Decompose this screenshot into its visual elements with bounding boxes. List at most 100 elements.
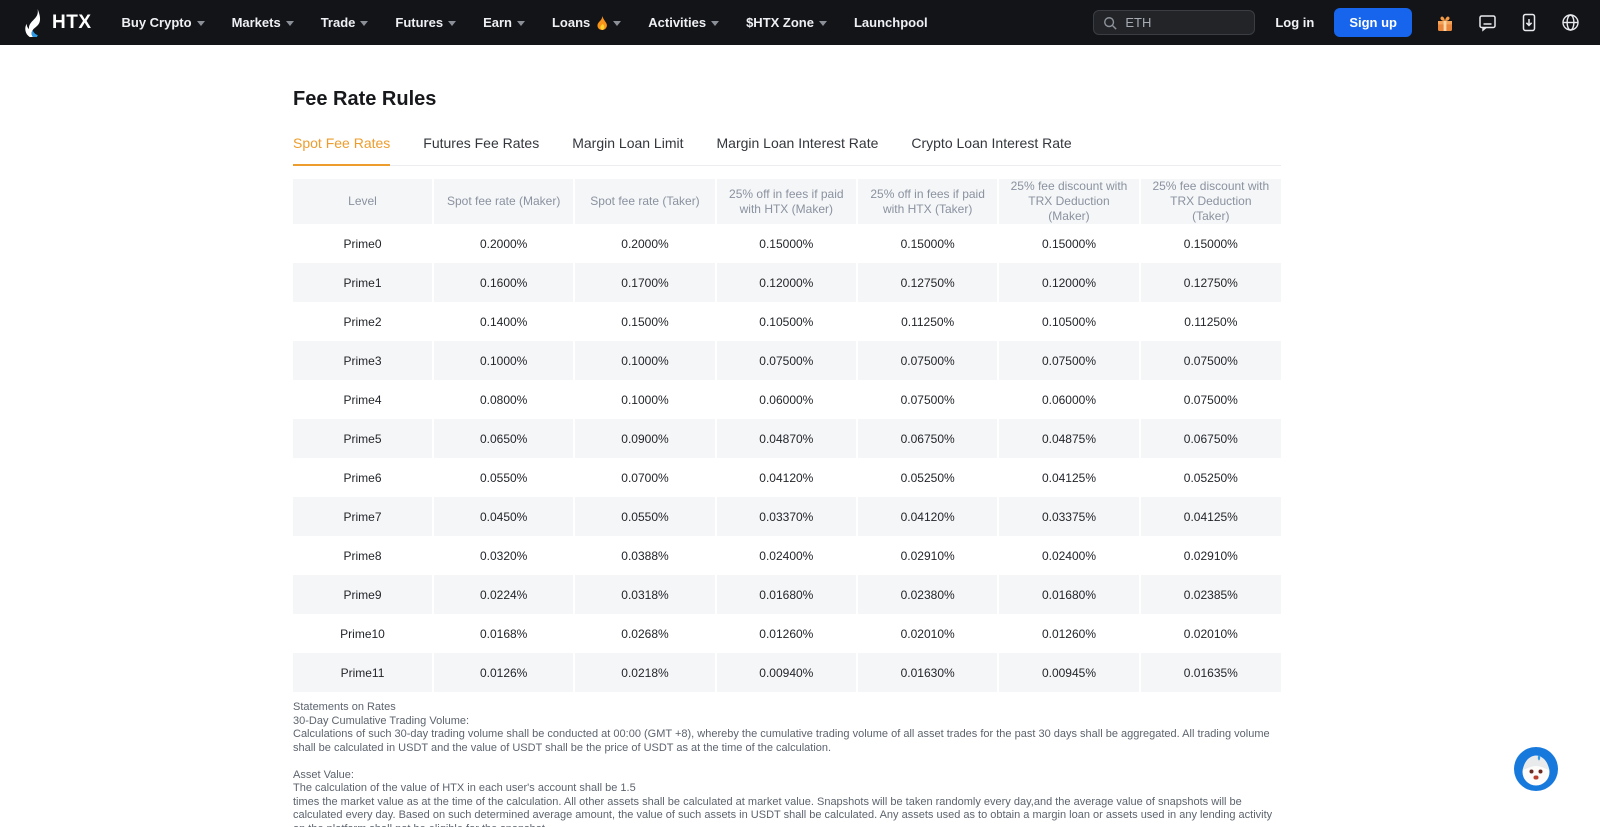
fee-value-cell: 0.12750% <box>1138 263 1281 302</box>
column-header-25-fee-discount-with-trx-deduction-maker: 25% fee discount with TRX Deduction (Mak… <box>997 179 1140 224</box>
htx-logo[interactable]: HTX <box>24 8 92 37</box>
table-row-prime4: Prime4 0.0800% 0.1000% 0.06000% 0.07500% 0.06… <box>293 380 1281 419</box>
fee-value-cell: 0.04875% <box>997 419 1140 458</box>
fee-value-cell: 0.00945% <box>997 653 1140 692</box>
fee-value-cell: 0.01630% <box>855 653 999 692</box>
fee-value-cell: 0.0318% <box>573 575 716 614</box>
fee-value-cell: 0.10500% <box>997 302 1140 341</box>
chevron-down-icon <box>516 21 525 26</box>
level-cell: Prime5 <box>293 419 433 458</box>
fee-value-cell: 0.01635% <box>1138 653 1281 692</box>
nav-item-label: $HTX Zone <box>746 15 814 30</box>
nav-item-activities[interactable]: Activities <box>648 15 720 30</box>
fee-value-cell: 0.04120% <box>855 497 999 536</box>
table-row-prime8: Prime8 0.0320% 0.0388% 0.02400% 0.02910% 0.02… <box>293 536 1281 575</box>
nav-item-loans[interactable]: Loans <box>552 15 622 30</box>
nav-item-markets[interactable]: Markets <box>232 15 294 30</box>
search-box[interactable] <box>1093 10 1256 35</box>
table-row-prime7: Prime7 0.0450% 0.0550% 0.03370% 0.04120% 0.03… <box>293 497 1281 536</box>
fee-value-cell: 0.02910% <box>855 536 999 575</box>
level-cell: Prime4 <box>343 392 382 407</box>
fee-tabs: Spot Fee Rates Futures Fee Rates Margin Lo… <box>293 135 1281 166</box>
fee-value-cell: 0.07500% <box>997 341 1140 380</box>
chevron-down-icon <box>360 21 369 26</box>
page-title: Fee Rate Rules <box>293 88 437 110</box>
search-input[interactable] <box>1125 15 1246 30</box>
table-row-prime1: Prime1 0.1600% 0.1700% 0.12000% 0.12750% 0.12… <box>293 263 1281 302</box>
fee-value-cell: 0.1500% <box>573 302 716 341</box>
statement-line: Statements on Rates <box>293 701 396 713</box>
signup-button[interactable]: Sign up <box>1334 8 1412 37</box>
main-content: Fee Rate Rules Spot Fee Rates Futures Fee… <box>293 45 1281 827</box>
fee-value-cell: 0.0388% <box>573 536 716 575</box>
nav-item-label: Trade <box>320 15 356 30</box>
level-cell: Prime7 <box>293 497 433 536</box>
fee-value-cell: 0.06000% <box>714 380 857 419</box>
statement-line: Calculations of such 30-day trading volu… <box>293 728 1270 754</box>
nav-item-trade[interactable]: Trade <box>321 15 369 30</box>
fee-value-cell: 0.0126% <box>431 653 575 692</box>
fee-value-cell: 0.0320% <box>431 536 575 575</box>
fee-value-cell: 0.07500% <box>1138 380 1281 419</box>
fee-value-cell: 0.06750% <box>855 419 999 458</box>
fee-value-cell: 0.0218% <box>573 653 716 692</box>
fee-value-cell: 0.15000% <box>714 224 857 263</box>
login-link[interactable]: Log in <box>1275 15 1314 30</box>
fee-value-cell: 0.10500% <box>714 302 857 341</box>
support-chat-mascot[interactable] <box>1513 746 1559 792</box>
fee-value-cell: 0.1400% <box>431 302 575 341</box>
fee-value-cell: 0.05250% <box>855 458 999 497</box>
fee-value-cell: 0.11250% <box>1138 302 1281 341</box>
tab-margin-loan-interest-rate[interactable]: Margin Loan Interest Rate <box>717 135 879 165</box>
app-download-icon[interactable] <box>1520 13 1538 32</box>
level-cell: Prime0 <box>343 236 382 251</box>
rewards-gift-icon[interactable] <box>1435 13 1455 33</box>
fee-value-cell: 0.12000% <box>714 263 857 302</box>
fee-value-cell: 0.1000% <box>573 341 716 380</box>
chevron-down-icon <box>448 21 457 26</box>
column-header-25-fee-discount-with-trx-deduction-taker: 25% fee discount with TRX Deduction (Tak… <box>1138 179 1281 224</box>
level-cell: Prime8 <box>343 548 382 563</box>
tab-margin-loan-limit[interactable]: Margin Loan Limit <box>572 135 683 165</box>
nav-item-buy-crypto[interactable]: Buy Crypto <box>122 15 205 30</box>
column-header-25-off-in-fees-if-paid-with-htx-maker: 25% off in fees if paid with HTX (Maker) <box>714 179 857 224</box>
nav-item-futures[interactable]: Futures <box>395 15 457 30</box>
level-cell: Prime9 <box>293 575 433 614</box>
fee-value-cell: 0.04125% <box>1138 497 1281 536</box>
column-header-spot-fee-rate-taker: Spot fee rate (Taker) <box>573 179 716 224</box>
fee-rate-table: Level Spot fee rate (Maker) Spot fee rate … <box>293 179 1281 692</box>
fee-value-cell: 0.02010% <box>1138 614 1281 653</box>
fee-value-cell: 0.02400% <box>714 536 857 575</box>
nav-icon-group <box>1435 13 1580 33</box>
fee-value-cell: 0.07500% <box>1138 341 1281 380</box>
language-globe-icon[interactable] <box>1561 13 1580 32</box>
column-header-level: Level <box>293 179 433 224</box>
top-navigation-bar: HTX Buy Crypto Markets Trade Futures Earn Loa… <box>0 0 1600 45</box>
column-header-spot-fee-rate-maker: Spot fee rate (Maker) <box>431 179 575 224</box>
fee-value-cell: 0.04125% <box>997 458 1140 497</box>
chevron-down-icon <box>613 21 622 26</box>
level-cell: Prime1 <box>293 263 433 302</box>
level-cell: Prime11 <box>293 653 433 692</box>
tab-crypto-loan-interest-rate[interactable]: Crypto Loan Interest Rate <box>911 135 1071 165</box>
chevron-down-icon <box>818 21 827 26</box>
fee-value-cell: 0.0550% <box>573 497 716 536</box>
fee-value-cell: 0.15000% <box>997 224 1140 263</box>
fee-value-cell: 0.02400% <box>997 536 1140 575</box>
fee-value-cell: 0.1000% <box>573 380 716 419</box>
fee-value-cell: 0.01260% <box>997 614 1140 653</box>
fee-value-cell: 0.02910% <box>1138 536 1281 575</box>
fee-value-cell: 0.07500% <box>714 341 857 380</box>
tab-futures-fee-rates[interactable]: Futures Fee Rates <box>423 135 539 165</box>
nav-item-launchpool[interactable]: Launchpool <box>854 15 928 30</box>
support-chat-icon[interactable] <box>1478 13 1497 32</box>
nav-item-earn[interactable]: Earn <box>483 15 525 30</box>
fee-value-cell: 0.0224% <box>431 575 575 614</box>
statement-line: 30-Day Cumulative Trading Volume: <box>293 714 470 727</box>
level-cell: Prime2 <box>343 314 382 329</box>
fire-icon <box>596 15 608 30</box>
nav-item-htx-zone[interactable]: $HTX Zone <box>746 15 827 30</box>
fee-value-cell: 0.02385% <box>1138 575 1281 614</box>
search-icon <box>1103 16 1117 30</box>
tab-spot-fee-rates[interactable]: Spot Fee Rates <box>293 135 391 166</box>
